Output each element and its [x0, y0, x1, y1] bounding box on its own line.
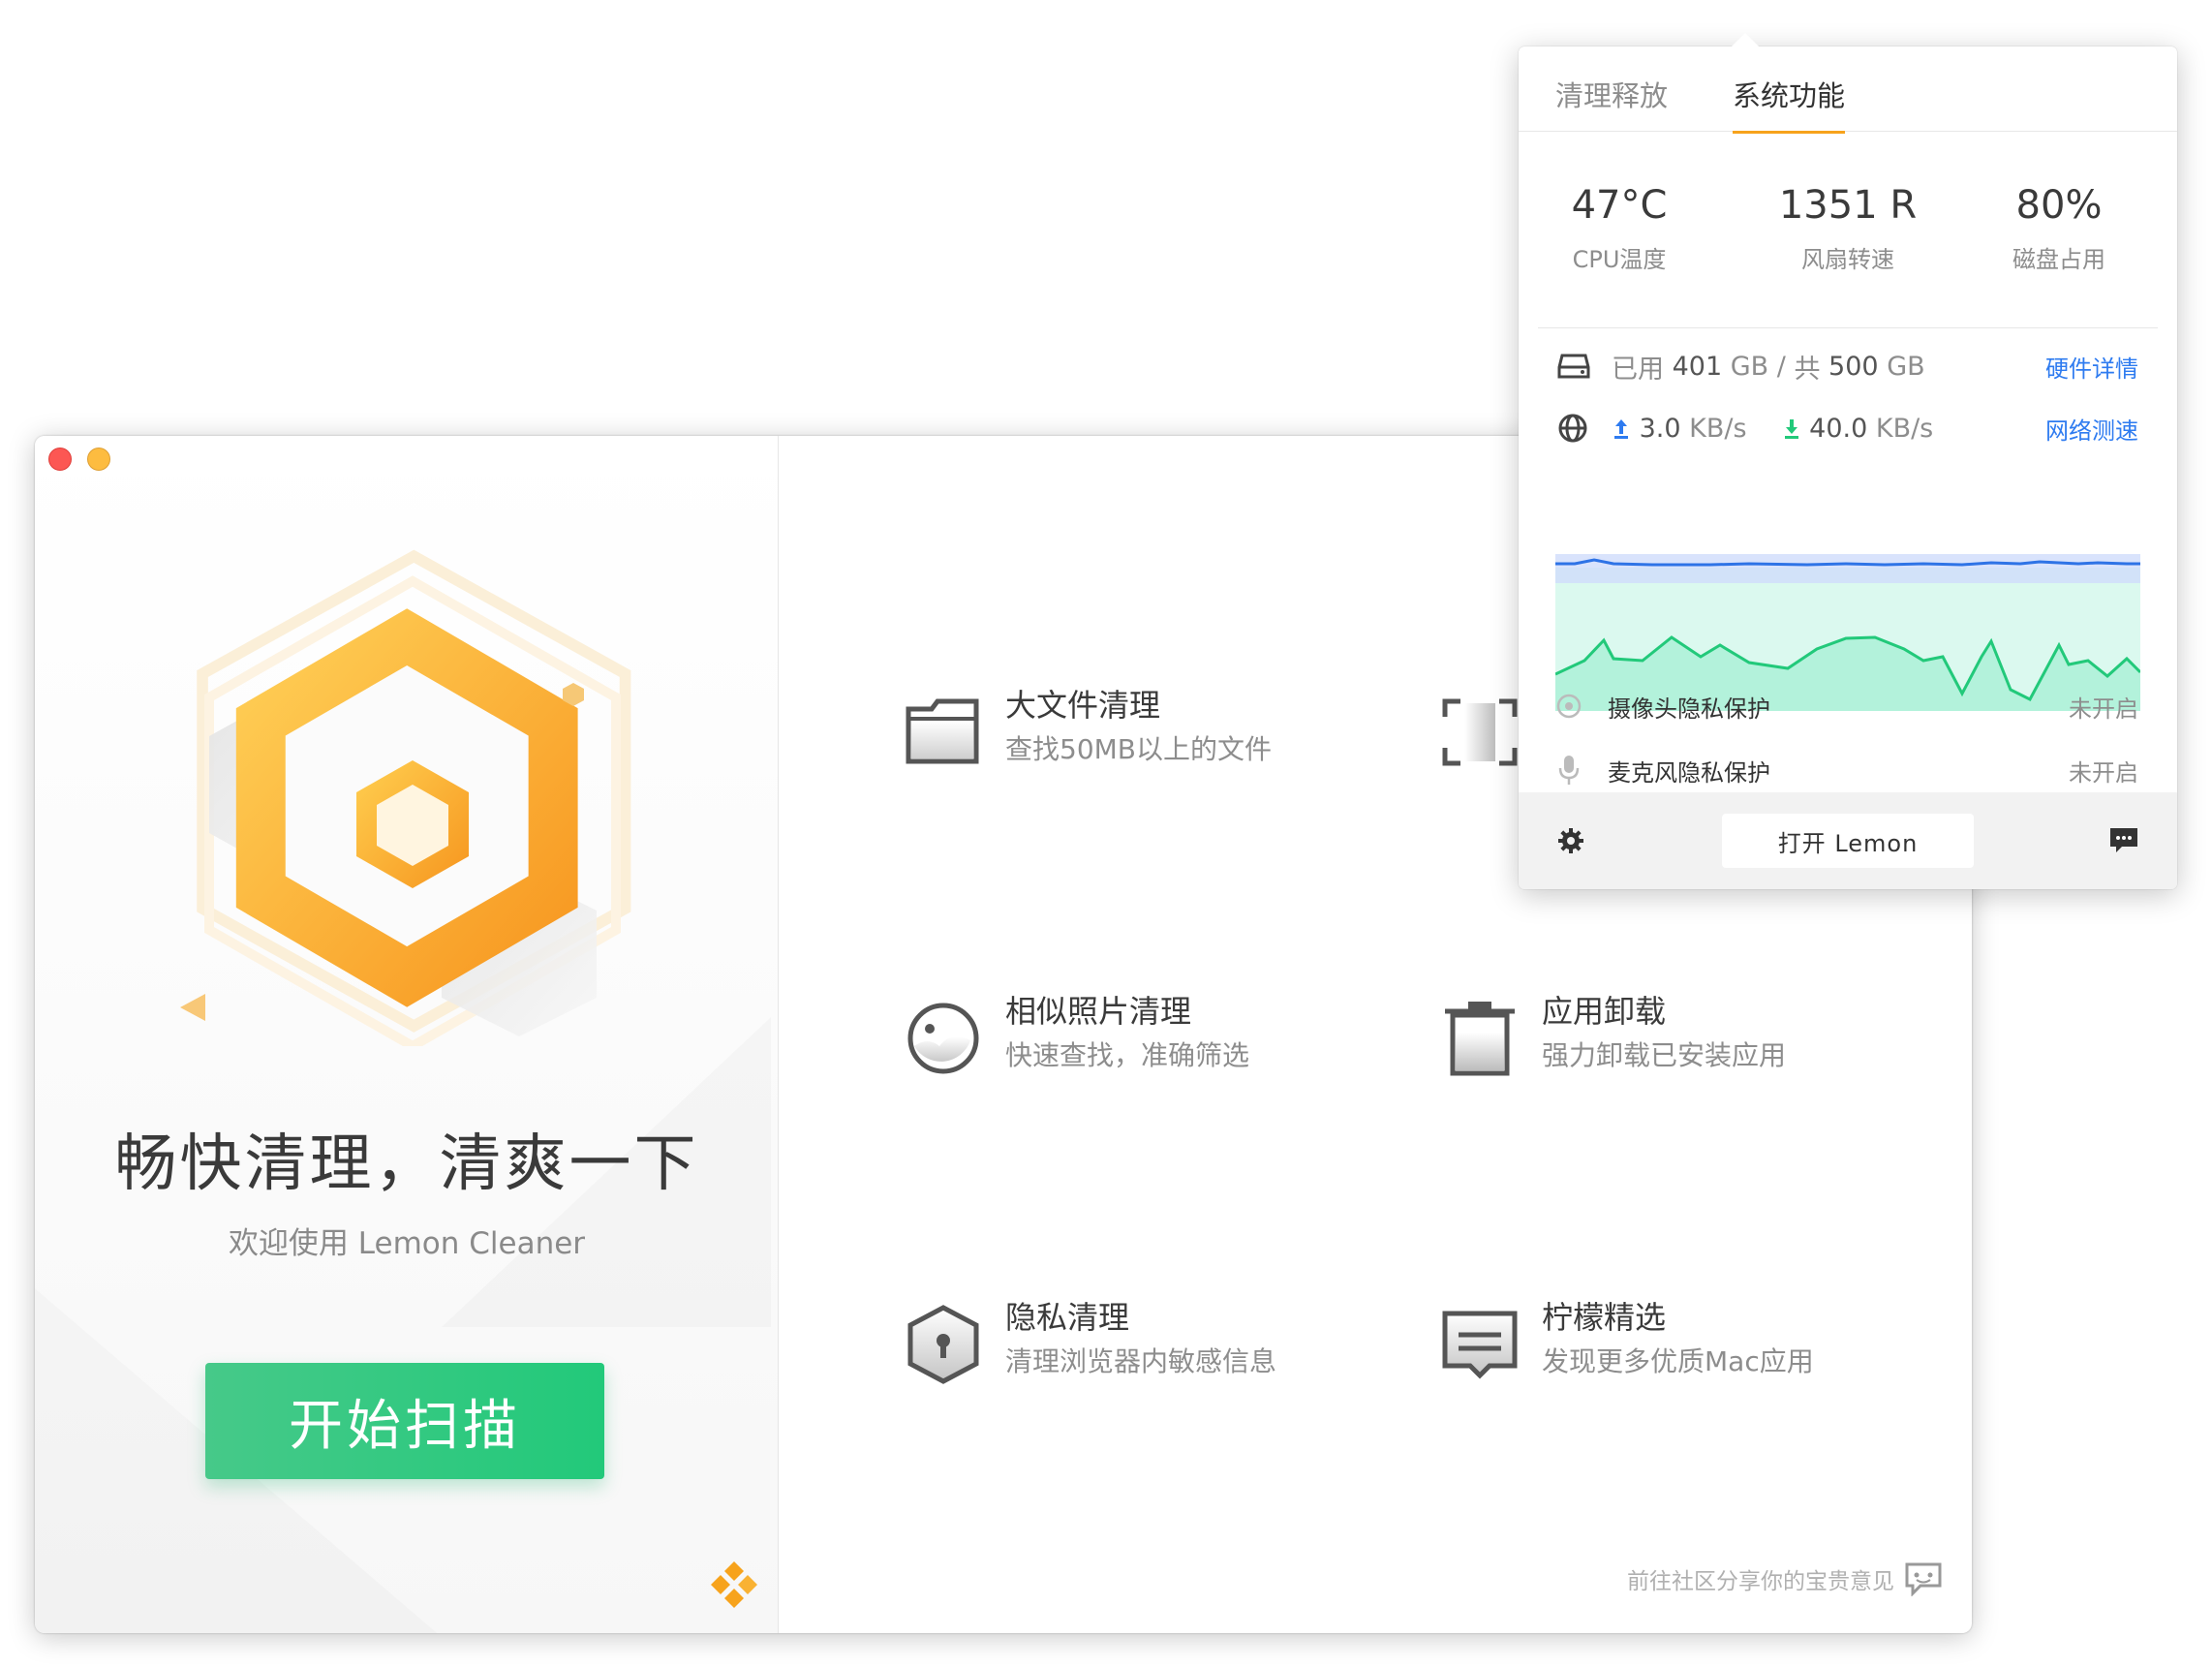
lemon-logo-icon: [711, 1561, 757, 1608]
camera-privacy-label: 摄像头隐私保护: [1608, 695, 1770, 723]
upload-speed-value: 3.0: [1639, 413, 1681, 444]
left-panel: 畅快清理，清爽一下 欢迎使用 Lemon Cleaner 开始扫描: [35, 436, 779, 1633]
microphone-privacy-label: 麦克风隐私保护: [1608, 758, 1770, 787]
community-feedback-link[interactable]: 前往社区分享你的宝贵意见: [1627, 1561, 1943, 1596]
network-row: 3.0 KB/s 40.0 KB/s 网络测速: [1557, 409, 2138, 448]
lemon-hexagon-illustration: [180, 549, 631, 1046]
open-lemon-button[interactable]: 打开 Lemon: [1722, 814, 1974, 868]
headline: 畅快清理，清爽一下: [114, 1128, 699, 1200]
system-status-popover: 清理释放 系统功能 47°C CPU温度 1351 R 风扇转速 80% 磁盘占…: [1519, 33, 2177, 889]
start-scan-button[interactable]: 开始扫描: [205, 1363, 604, 1479]
download-arrow-icon: [1784, 419, 1798, 439]
feature-app-uninstall[interactable]: 应用卸载 强力卸载已安装应用: [1439, 992, 1786, 1079]
upload-arrow-icon: [1614, 419, 1628, 439]
stat-value: 80%: [2015, 183, 2103, 228]
feature-title: 大文件清理: [1005, 687, 1161, 724]
tab-system-functions[interactable]: 系统功能: [1733, 74, 1846, 134]
hard-drive-icon: [1557, 352, 1592, 381]
stat-value: 47°C: [1571, 183, 1668, 228]
feature-title: 相似照片清理: [1005, 993, 1192, 1030]
stat-label: CPU温度: [1572, 246, 1667, 273]
network-traffic-chart: [1555, 554, 2140, 711]
stat-label: 磁盘占用: [2012, 246, 2105, 273]
trash-icon: [1445, 1002, 1515, 1076]
disk-total-value: 500: [1828, 351, 1879, 382]
disk-used-label: 已用: [1612, 354, 1664, 385]
popover-arrow: [1732, 33, 1759, 46]
minimize-window-button[interactable]: [87, 448, 110, 471]
microphone-privacy-row[interactable]: 麦克风隐私保护 未开启: [1555, 751, 2138, 789]
community-link-label: 前往社区分享你的宝贵意见: [1627, 1569, 1894, 1594]
feature-privacy-cleanup[interactable]: 隐私清理 清理浏览器内敏感信息: [903, 1298, 1276, 1385]
welcome-subtitle: 欢迎使用 Lemon Cleaner: [228, 1226, 586, 1261]
duplicate-icon: [1442, 698, 1518, 766]
feature-desc: 查找50MB以上的文件: [1005, 733, 1272, 765]
feedback-chat-icon: [1905, 1562, 1942, 1596]
keyhole-shield-icon: [907, 1305, 979, 1384]
feature-similar-photos[interactable]: 相似照片清理 快速查找，准确筛选: [903, 992, 1249, 1079]
disk-unit: GB /: [1730, 351, 1786, 382]
folder-icon: [906, 698, 979, 764]
hardware-details-link[interactable]: 硬件详情: [2045, 350, 2138, 384]
camera-icon: [1555, 694, 1582, 719]
disk-total-label: 共: [1794, 354, 1821, 385]
photo-icon: [907, 1003, 979, 1074]
store-icon: [1442, 1311, 1518, 1379]
feature-desc: 发现更多优质Mac应用: [1542, 1345, 1814, 1377]
popover-tabs: 清理释放 系统功能: [1519, 46, 2177, 134]
popover-bottom-bar: 打开 Lemon: [1519, 792, 2177, 889]
feature-title: 柠檬精选: [1542, 1299, 1667, 1336]
tab-cleanup[interactable]: 清理释放: [1555, 74, 1668, 114]
globe-icon: [1557, 413, 1592, 444]
download-speed-unit: KB/s: [1875, 413, 1934, 444]
upload-speed-unit: KB/s: [1689, 413, 1747, 444]
feature-desc: 快速查找，准确筛选: [1005, 1039, 1250, 1071]
feature-title: 隐私清理: [1005, 1299, 1130, 1336]
disk-unit: GB: [1887, 351, 1925, 382]
stat-fan-speed: 1351 R 风扇转速: [1741, 182, 1954, 274]
feature-desc: 强力卸载已安装应用: [1542, 1039, 1787, 1071]
download-speed-value: 40.0: [1809, 413, 1868, 444]
camera-privacy-status: 未开启: [2069, 695, 2138, 723]
close-window-button[interactable]: [48, 448, 72, 471]
feature-large-file-cleanup[interactable]: 大文件清理 查找50MB以上的文件: [903, 686, 1272, 773]
feature-lemon-picks[interactable]: 柠檬精选 发现更多优质Mac应用: [1439, 1298, 1814, 1385]
microphone-icon: [1555, 755, 1582, 786]
gear-icon[interactable]: [1557, 827, 1584, 854]
stat-disk-usage: 80% 磁盘占用: [1952, 182, 2166, 274]
system-stats: 47°C CPU温度 1351 R 风扇转速 80% 磁盘占用: [1519, 182, 2177, 273]
divider: [1538, 327, 2158, 328]
feedback-message-icon[interactable]: [2109, 827, 2138, 854]
disk-used-value: 401: [1672, 351, 1723, 382]
camera-privacy-row[interactable]: 摄像头隐私保护 未开启: [1555, 687, 2138, 726]
microphone-privacy-status: 未开启: [2069, 758, 2138, 787]
stat-cpu-temp: 47°C CPU温度: [1513, 182, 1726, 274]
feature-title: 应用卸载: [1542, 993, 1667, 1030]
disk-usage-row: 已用 401 GB / 共 500 GB 硬件详情: [1557, 347, 2138, 386]
feature-desc: 清理浏览器内敏感信息: [1005, 1345, 1277, 1377]
stat-label: 风扇转速: [1801, 246, 1894, 273]
stat-value: 1351 R: [1778, 183, 1918, 228]
network-speed-test-link[interactable]: 网络测速: [2045, 412, 2138, 446]
